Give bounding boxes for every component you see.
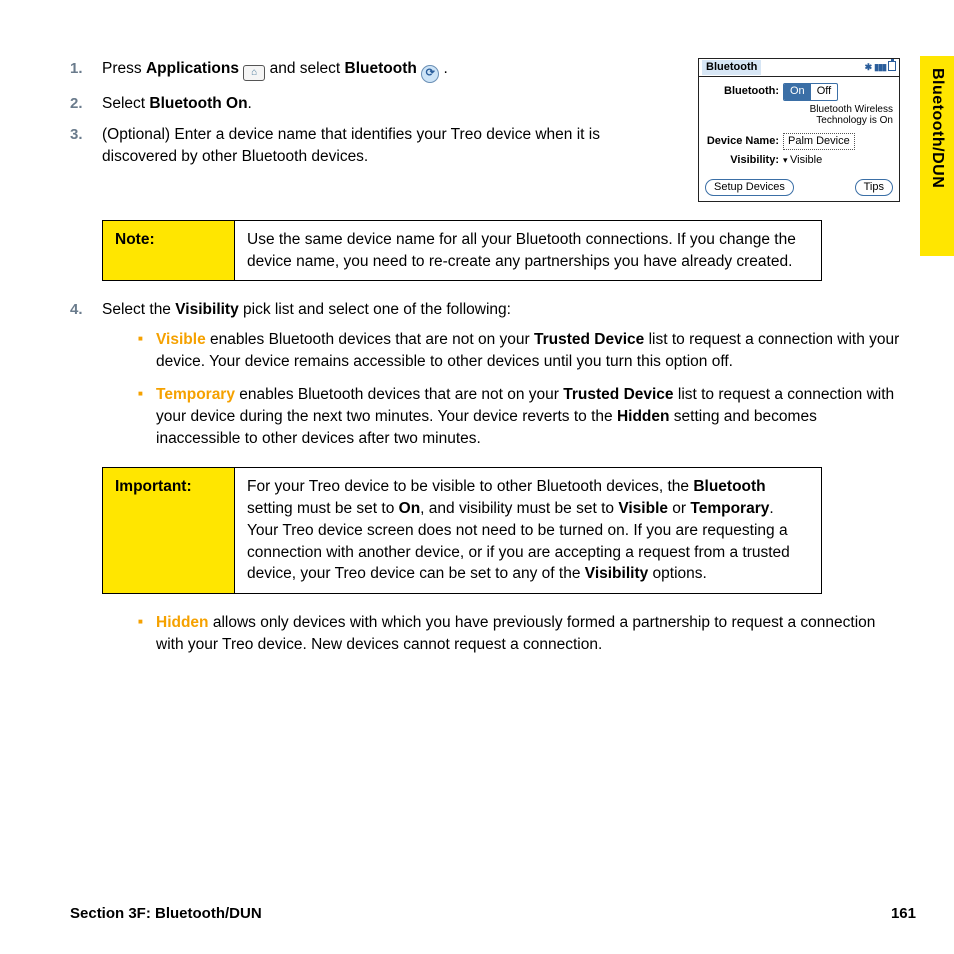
- section-label: Section 3F: Bluetooth/DUN: [70, 903, 262, 924]
- visibility-option-hidden: Hidden allows only devices with which yo…: [138, 612, 900, 655]
- mock-setup-devices-button: Setup Devices: [705, 179, 794, 196]
- step-1: Press Applications ⌂ and select Bluetoot…: [70, 58, 684, 83]
- bt-status-icon: ✱: [865, 61, 873, 74]
- mock-device-name: Palm Device: [783, 133, 855, 150]
- step-2: Select Bluetooth On.: [70, 93, 684, 115]
- step-4: Select the Visibility pick list and sele…: [70, 299, 900, 655]
- mock-status-icons: ✱ ▮▮▮: [865, 61, 896, 74]
- note-callout: Note: Use the same device name for all y…: [102, 220, 822, 281]
- step-3: (Optional) Enter a device name that iden…: [70, 124, 684, 167]
- applications-icon: ⌂: [243, 65, 265, 81]
- visibility-option-temporary: Temporary enables Bluetooth devices that…: [138, 384, 900, 449]
- section-side-tab: Bluetooth/DUN: [920, 56, 954, 256]
- important-label: Important:: [103, 468, 235, 592]
- device-screenshot: Bluetooth ✱ ▮▮▮ Bluetooth: On Off Blueto…: [698, 58, 900, 202]
- visibility-option-visible: Visible enables Bluetooth devices that a…: [138, 329, 900, 372]
- page-footer: Section 3F: Bluetooth/DUN 161: [70, 903, 916, 924]
- note-label: Note:: [103, 221, 235, 280]
- bluetooth-icon: ⟳: [421, 65, 439, 83]
- battery-icon: [888, 61, 896, 71]
- note-text: Use the same device name for all your Bl…: [235, 221, 821, 280]
- side-tab-label: Bluetooth/DUN: [926, 68, 948, 188]
- page-number: 161: [891, 903, 916, 924]
- important-callout: Important: For your Treo device to be vi…: [102, 467, 822, 593]
- mock-tips-button: Tips: [855, 179, 893, 196]
- mock-bluetooth-toggle: On Off: [783, 83, 838, 100]
- mock-visibility-picker: Visible: [783, 153, 822, 168]
- signal-icon: ▮▮▮: [874, 61, 886, 74]
- page-content: Press Applications ⌂ and select Bluetoot…: [70, 58, 900, 655]
- important-text: For your Treo device to be visible to ot…: [235, 468, 821, 592]
- mock-title: Bluetooth: [702, 60, 761, 75]
